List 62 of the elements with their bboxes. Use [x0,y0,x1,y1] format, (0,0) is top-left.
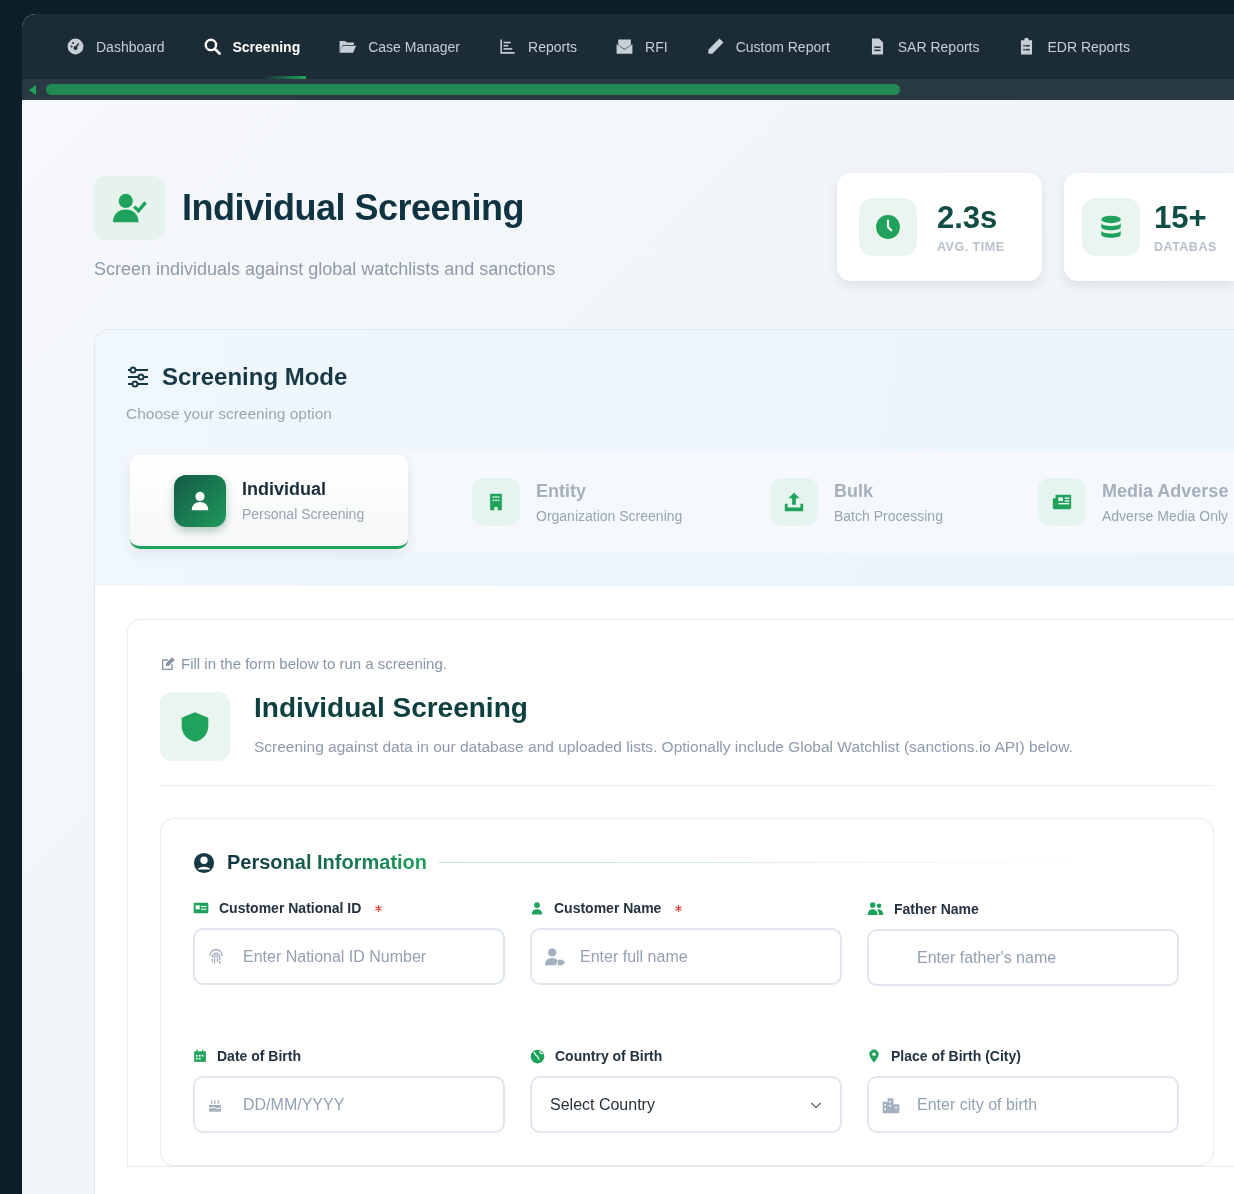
database-icon [1098,214,1124,240]
bar-chart-icon [498,37,518,56]
form-description: Screening against data in our database and uploaded lists. Optionally include Global Watchlist (sanctions.io API) below. [254,738,1073,756]
edit-icon [160,655,176,672]
form-hint: Fill in the form below to run a screening. [181,655,447,672]
field-label: Father Name [894,900,979,917]
field-label: Customer Name [554,900,662,916]
pencil-icon [705,37,725,56]
nav-tab[interactable]: Reports [498,14,578,79]
field-label: Customer National ID [219,900,362,916]
calendar-icon [193,1049,207,1063]
id-card-icon [193,900,209,916]
option-title: Media Adverse [1102,480,1229,502]
option-title: Individual [242,479,327,500]
option-title: Entity [536,480,587,502]
people-icon [867,900,884,917]
globe-icon [530,1048,545,1064]
upload-icon [783,491,805,513]
section-title: Screening Mode [162,363,348,391]
option-subtitle: Batch Processing [834,507,943,524]
nav-tab[interactable]: Case Manager [338,14,461,79]
mode-option[interactable]: Individual Personal Screening [130,455,408,549]
sliders-icon [126,365,150,389]
nav-tab[interactable]: Dashboard [66,14,165,79]
person-icon [189,489,211,512]
page-title: Individual Screening [182,187,525,229]
person-tag-icon [544,945,566,968]
user-circle-icon [193,851,215,874]
nav-tab[interactable]: SAR Reports [867,14,980,79]
field-label: Place of Birth (City) [891,1048,1021,1064]
scrollbar[interactable] [22,79,1234,100]
section-subtitle: Choose your screening option [126,405,333,423]
stat-label: AVG. TIME [937,240,1005,254]
input-field[interactable]: Enter full name [530,928,842,985]
clock-icon [875,214,901,240]
nav-tab[interactable]: EDR Reports [1017,14,1130,79]
nav-tab[interactable]: Custom Report [705,14,830,79]
input-field[interactable]: Enter city of birth [867,1076,1179,1133]
option-subtitle: Organization Screening [536,507,683,524]
user-check-icon [112,191,147,225]
field-label: Country of Birth [555,1048,663,1064]
option-subtitle: Adverse Media Only [1102,507,1229,524]
option-subtitle: Personal Screening [242,506,365,522]
stat-label: DATABAS [1154,240,1217,254]
shield-icon [179,710,211,743]
field-label: Date of Birth [217,1048,301,1064]
map-pin-icon [867,1049,881,1063]
person-icon [530,901,544,915]
page-subtitle: Screen individuals against global watchlists and sanctions [94,259,557,280]
option-title: Bulk [834,480,874,502]
input-field[interactable]: Enter National ID Number [193,928,505,985]
search-icon [202,37,222,56]
input-field[interactable]: DD/MM/YYYY [193,1076,505,1133]
envelope-icon [615,37,635,56]
form-title: Individual Screening [254,692,529,724]
gauge-icon [66,37,85,56]
stat-value: 15+ [1154,200,1208,236]
nav-tab[interactable]: RFI [615,14,668,79]
stat-value: 2.3s [937,200,999,236]
input-field[interactable]: Enter father's name [867,929,1179,986]
country-dropdown[interactable]: Select Country [530,1076,842,1133]
fingerprint-icon [207,947,225,966]
